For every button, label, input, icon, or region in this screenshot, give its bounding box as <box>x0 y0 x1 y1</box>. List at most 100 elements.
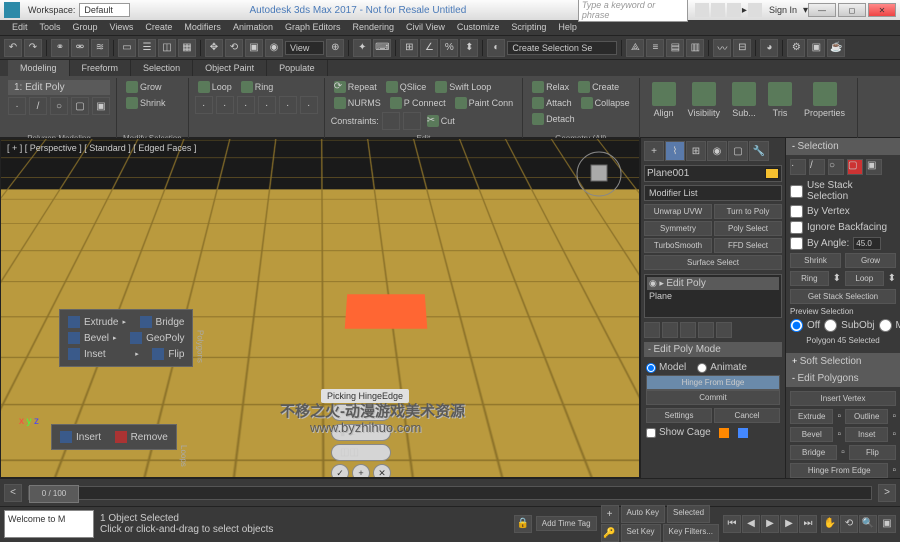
menu-civilview[interactable]: Civil View <box>400 20 451 35</box>
attach-button[interactable]: Attach <box>529 96 575 110</box>
move-icon[interactable]: ✥ <box>205 39 223 57</box>
angle-spinner[interactable]: 45.0 <box>853 237 881 250</box>
select-icon[interactable]: ▭ <box>118 39 136 57</box>
menu-help[interactable]: Help <box>552 20 583 35</box>
layers-icon[interactable]: ▤ <box>666 39 684 57</box>
scale-icon[interactable]: ▣ <box>245 39 263 57</box>
curve-editor-icon[interactable]: 〰 <box>713 39 731 57</box>
shrink-button[interactable]: Shrink <box>123 96 169 110</box>
align-icon[interactable]: ≡ <box>646 39 664 57</box>
grow-sel-button[interactable]: Grow <box>845 253 896 268</box>
keyfilters-button[interactable]: Key Filters... <box>663 524 719 542</box>
dot4-icon[interactable]: · <box>258 96 276 114</box>
hierarchy-tab-icon[interactable]: ⊞ <box>686 141 706 161</box>
relax-button[interactable]: Relax <box>529 80 572 94</box>
angle-snap-icon[interactable]: ∠ <box>420 39 438 57</box>
time-slider[interactable]: 0 / 100 <box>28 486 872 500</box>
repeat-button[interactable]: ⟳Repeat <box>331 80 380 94</box>
bind-icon[interactable]: ≋ <box>91 39 109 57</box>
redo-icon[interactable]: ↷ <box>24 39 42 57</box>
nav-zoom-icon[interactable]: 🔍 <box>859 515 877 533</box>
menu-edit[interactable]: Edit <box>6 20 34 35</box>
detach-button[interactable]: Detach <box>529 112 578 126</box>
ring-button[interactable]: Ring <box>238 80 277 94</box>
mirror-icon[interactable]: ⟁ <box>626 39 644 57</box>
showcage-checkbox[interactable] <box>646 428 656 438</box>
undo-icon[interactable]: ↶ <box>4 39 22 57</box>
constraint-none-icon[interactable] <box>382 112 400 130</box>
ref-coord-dropdown[interactable]: View <box>285 41 324 55</box>
softselection-rollout-header[interactable]: + Soft Selection <box>786 353 900 370</box>
dot5-icon[interactable]: · <box>279 96 297 114</box>
insert-loop-button[interactable]: Insert <box>76 432 101 443</box>
vertex-subobj-icon[interactable]: · <box>790 159 806 175</box>
selection-rollout-header[interactable]: - Selection <box>786 138 900 155</box>
qm-extrude[interactable]: Extrude▸ Bridge <box>64 314 188 330</box>
star-icon[interactable] <box>727 3 741 17</box>
stack-plane[interactable]: Plane <box>647 290 779 302</box>
align-big-button[interactable]: Align <box>646 80 682 120</box>
caddy-pick[interactable]: ◫◫ <box>331 444 391 461</box>
loop-sel-button[interactable]: Loop <box>845 271 884 286</box>
selected-dropdown[interactable]: Selected <box>667 505 710 523</box>
ep-bevel-button[interactable]: Bevel <box>790 427 833 442</box>
ring-sel-button[interactable]: Ring <box>790 271 829 286</box>
editpoly-rollout-header[interactable]: - Edit Poly Mode <box>644 342 782 357</box>
qslice-button[interactable]: QSlice <box>383 80 430 94</box>
pivot-icon[interactable]: ⊕ <box>326 39 344 57</box>
border-mode-icon[interactable]: ○ <box>50 97 68 115</box>
key-icon[interactable]: 🔑 <box>601 524 619 542</box>
nav-pan-icon[interactable]: ✋ <box>821 515 839 533</box>
nav-orbit-icon[interactable]: ⟲ <box>840 515 858 533</box>
stack-editpoly[interactable]: ◉ ▸ Edit Poly <box>647 277 779 290</box>
render-frame-icon[interactable]: ▣ <box>807 39 825 57</box>
material-icon[interactable]: ◕ <box>760 39 778 57</box>
ep-inset-button[interactable]: Inset <box>845 427 888 442</box>
create-button[interactable]: Create <box>575 80 622 94</box>
configure-icon[interactable] <box>716 322 732 338</box>
poly-mode-icon[interactable]: ▢ <box>71 97 89 115</box>
selected-polygon[interactable] <box>344 294 427 328</box>
turbosmooth-button[interactable]: TurboSmooth <box>644 238 712 253</box>
named-sel-icon[interactable]: ◐ <box>487 39 505 57</box>
tab-objectpaint[interactable]: Object Paint <box>193 60 267 76</box>
cut-button[interactable]: ✂Cut <box>424 114 458 128</box>
key-plus-icon[interactable]: + <box>601 505 619 523</box>
user-icon[interactable] <box>748 3 762 17</box>
surfaceselect-button[interactable]: Surface Select <box>644 255 782 270</box>
ep-bridge-button[interactable]: Bridge <box>790 445 837 460</box>
menu-grapheditors[interactable]: Graph Editors <box>279 20 347 35</box>
menu-modifiers[interactable]: Modifiers <box>178 20 227 35</box>
motion-tab-icon[interactable]: ◉ <box>707 141 727 161</box>
render-setup-icon[interactable]: ⚙ <box>787 39 805 57</box>
polyselect-button[interactable]: Poly Select <box>714 221 782 236</box>
visibility-big-button[interactable]: Visibility <box>682 80 726 120</box>
grow-button[interactable]: Grow <box>123 80 165 94</box>
element-subobj-icon[interactable]: ▣ <box>866 159 882 175</box>
spinner-snap-icon[interactable]: ⬍ <box>460 39 478 57</box>
editpolygons-rollout-header[interactable]: - Edit Polygons <box>786 370 900 387</box>
link-icon[interactable]: ⚭ <box>51 39 69 57</box>
ffd-button[interactable]: FFD Select <box>714 238 782 253</box>
border-subobj-icon[interactable]: ○ <box>828 159 844 175</box>
symmetry-button[interactable]: Symmetry <box>644 221 712 236</box>
menu-views[interactable]: Views <box>104 20 140 35</box>
lock-icon[interactable]: 🔒 <box>514 515 532 533</box>
goto-end-icon[interactable]: ⏭ <box>799 515 817 533</box>
dot2-icon[interactable]: · <box>216 96 234 114</box>
element-mode-icon[interactable]: ▣ <box>92 97 110 115</box>
select-region-icon[interactable]: ◫ <box>158 39 176 57</box>
help-icon[interactable] <box>711 3 725 17</box>
unlink-icon[interactable]: ⚮ <box>71 39 89 57</box>
menu-group[interactable]: Group <box>67 20 104 35</box>
collapse-button[interactable]: Collapse <box>578 96 633 110</box>
modify-tab-icon[interactable]: ⌇ <box>665 141 685 161</box>
menu-create[interactable]: Create <box>139 20 178 35</box>
window-crossing-icon[interactable]: ▦ <box>178 39 196 57</box>
search-input[interactable]: Type a keyword or phrase <box>578 0 688 22</box>
goto-start-icon[interactable]: ⏮ <box>723 515 741 533</box>
addtimetag-button[interactable]: Add Time Tag <box>536 516 597 531</box>
remove-loop-button[interactable]: Remove <box>131 432 168 443</box>
render-icon[interactable]: ☕ <box>827 39 845 57</box>
nav-max-icon[interactable]: ▣ <box>878 515 896 533</box>
